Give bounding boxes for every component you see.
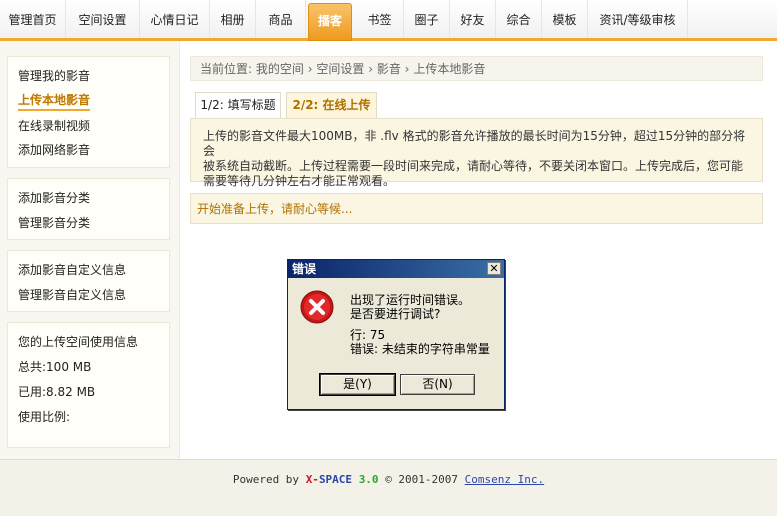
sidebar-usage-box: 您的上传空间使用信息 总共:100 MB 已用:8.82 MB 使用比例:: [7, 322, 170, 512]
sidebar-item-upload-local[interactable]: 上传本地影音: [18, 91, 91, 111]
breadcrumb-prefix: 当前位置:: [200, 62, 256, 76]
nav-item-home[interactable]: 管理首页: [0, 0, 66, 38]
footer-company-link[interactable]: Comsenz Inc.: [465, 473, 544, 486]
notice-line-3: 需要等待几分钟左右才能正常观看。: [203, 174, 396, 188]
breadcrumb-item-upload-local: 上传本地影音: [413, 62, 486, 76]
dialog-no-button[interactable]: 否(N): [400, 374, 475, 395]
upload-status: 开始准备上传，请耐心等候...: [190, 193, 763, 224]
top-nav: 管理首页 空间设置 心情日记 相册 商品 播客 书签 圈子 好友 综合 模板 资…: [0, 0, 777, 41]
breadcrumb-separator: ›: [307, 62, 313, 76]
notice-line-2: 被系统自动截断。上传过程需要一段时间来完成，请耐心等待，不要关闭本窗口。上传完成…: [203, 159, 744, 173]
nav-item-goods[interactable]: 商品: [256, 0, 306, 38]
breadcrumb: 当前位置: 我的空间 › 空间设置 › 影音 › 上传本地影音: [190, 56, 763, 81]
sidebar-group-custom-info: 添加影音自定义信息 管理影音自定义信息: [7, 250, 170, 312]
dialog-title: 错误: [292, 262, 317, 276]
usage-ratio-label: 使用比例:: [18, 410, 71, 424]
nav-item-template[interactable]: 模板: [542, 0, 588, 38]
nav-item-diary[interactable]: 心情日记: [140, 0, 210, 38]
dialog-titlebar: 错误 ✕: [288, 260, 504, 278]
nav-item-bookmark[interactable]: 书签: [356, 0, 404, 38]
nav-item-general[interactable]: 综合: [496, 0, 542, 38]
sidebar-item-manage-custom-info[interactable]: 管理影音自定义信息: [18, 286, 126, 303]
breadcrumb-item-media[interactable]: 影音: [377, 62, 401, 76]
footer-brand-x[interactable]: X-: [306, 473, 319, 486]
footer-credits: Powered by X-SPACE 3.0 © 2001-2007 Comse…: [0, 473, 777, 486]
nav-item-album[interactable]: 相册: [210, 0, 256, 38]
breadcrumb-item-space-settings[interactable]: 空间设置: [316, 62, 364, 76]
footer: Powered by X-SPACE 3.0 © 2001-2007 Comse…: [0, 459, 777, 516]
dialog-close-icon[interactable]: ✕: [487, 262, 501, 275]
sidebar-item-add-custom-info[interactable]: 添加影音自定义信息: [18, 261, 126, 278]
sidebar-group-media: 管理我的影音 上传本地影音 在线录制视频 添加网络影音: [7, 56, 170, 168]
error-icon: [300, 290, 334, 324]
breadcrumb-separator: ›: [404, 62, 410, 76]
usage-title: 您的上传空间使用信息: [18, 335, 139, 349]
dialog-yes-button[interactable]: 是(Y): [319, 373, 396, 396]
tab-fill-title[interactable]: 1/2: 填写标题: [195, 92, 281, 118]
nav-item-circle[interactable]: 圈子: [404, 0, 450, 38]
nav-item-podcast[interactable]: 播客: [308, 3, 352, 41]
sidebar: 管理我的影音 上传本地影音 在线录制视频 添加网络影音 添加影音分类 管理影音分…: [0, 41, 180, 512]
footer-brand-space[interactable]: SPACE: [319, 473, 352, 486]
tab-online-upload[interactable]: 2/2: 在线上传: [286, 92, 377, 118]
footer-powered-by: Powered by: [232, 473, 306, 486]
usage-total: 总共:100 MB: [18, 360, 92, 374]
notice-line-1: 上传的影音文件最大100MB，非 .flv 格式的影音允许播放的最长时间为15分…: [203, 129, 746, 158]
sidebar-item-record-video[interactable]: 在线录制视频: [18, 117, 90, 134]
sidebar-group-categories: 添加影音分类 管理影音分类: [7, 178, 170, 240]
breadcrumb-separator: ›: [368, 62, 373, 76]
nav-item-friends[interactable]: 好友: [450, 0, 496, 38]
footer-brand-version: 3.0: [358, 473, 379, 486]
usage-used: 已用:8.82 MB: [18, 385, 96, 399]
sidebar-item-manage-category[interactable]: 管理影音分类: [18, 214, 90, 231]
nav-item-news-review[interactable]: 资讯/等级审核: [588, 0, 688, 38]
sidebar-item-manage-media[interactable]: 管理我的影音: [18, 67, 90, 84]
upload-notice: 上传的影音文件最大100MB，非 .flv 格式的影音允许播放的最长时间为15分…: [190, 118, 763, 188]
nav-item-space-settings[interactable]: 空间设置: [66, 0, 140, 38]
footer-copyright: © 2001-2007: [385, 473, 459, 486]
page: 管理首页 空间设置 心情日记 相册 商品 播客 书签 圈子 好友 综合 模板 资…: [0, 0, 777, 516]
sidebar-item-add-network-media[interactable]: 添加网络影音: [18, 141, 90, 158]
sidebar-item-add-category[interactable]: 添加影音分类: [18, 189, 90, 206]
breadcrumb-item-my-space[interactable]: 我的空间: [256, 62, 304, 76]
error-dialog: 错误 ✕ 出现了运行时间错误。 是否要进行调试? 行: 75 错误: 未结束的字…: [287, 259, 505, 410]
dialog-message-2: 是否要进行调试?: [350, 307, 441, 321]
dialog-error-info: 错误: 未结束的字符串常量: [350, 342, 490, 356]
